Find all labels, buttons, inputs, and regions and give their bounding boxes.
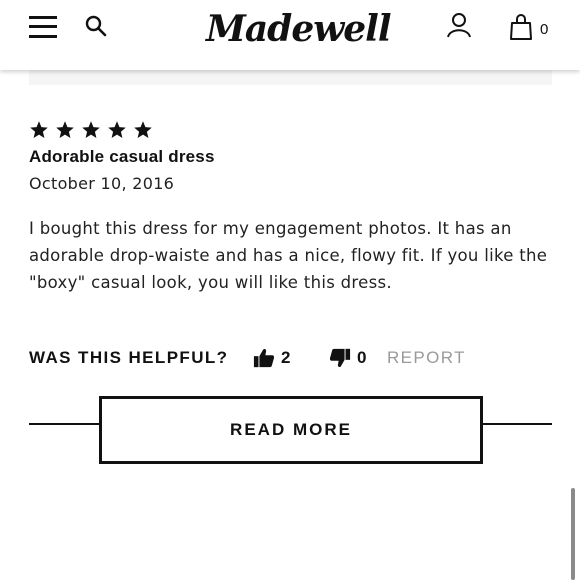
bag-icon[interactable] [510, 14, 532, 40]
helpful-yes-button[interactable]: 2 [253, 345, 290, 371]
site-header: Madewell 0 [0, 0, 580, 70]
divider-line-right [481, 423, 552, 425]
madewell-logo[interactable]: Madewell [206, 6, 392, 52]
bag-count: 0 [540, 21, 549, 38]
helpful-no-count: 0 [357, 348, 367, 367]
star-rating [29, 120, 153, 140]
read-more-button[interactable]: READ MORE [99, 396, 483, 464]
scrollbar-thumb[interactable] [571, 488, 575, 580]
star-icon [82, 121, 100, 138]
helpful-yes-count: 2 [281, 348, 291, 367]
thumbs-up-icon [253, 348, 275, 368]
helpful-no-button[interactable]: 0 [329, 345, 366, 371]
account-icon[interactable] [446, 12, 472, 38]
thumbs-down-icon [329, 348, 351, 368]
divider-line-left [29, 423, 101, 425]
helpful-label: WAS THIS HELPFUL? [29, 348, 229, 367]
star-icon [134, 121, 152, 138]
menu-icon[interactable] [29, 16, 57, 38]
star-icon [30, 121, 48, 138]
star-icon [56, 121, 74, 138]
review-divider-strip [29, 70, 552, 85]
review-body: I bought this dress for my engagement ph… [29, 219, 548, 292]
search-icon[interactable] [84, 14, 108, 38]
review-date: October 10, 2016 [29, 174, 175, 193]
report-link[interactable]: REPORT [387, 347, 466, 369]
star-icon [108, 121, 126, 138]
review-title: Adorable casual dress [29, 147, 215, 166]
